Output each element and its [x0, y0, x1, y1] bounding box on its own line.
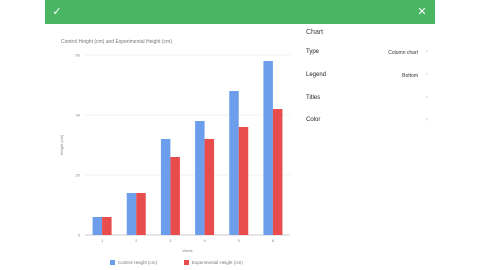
bar-control [229, 91, 239, 235]
y-tick-label: 20 [76, 173, 81, 178]
chart-area: Control Height (cm) and Experimental Hei… [45, 28, 300, 270]
bar-experimental [170, 157, 180, 235]
bar-control [92, 217, 103, 235]
setting-row-type[interactable]: Type Column chart › [306, 46, 430, 62]
checkmark-icon[interactable]: ✓ [50, 5, 64, 19]
setting-label: Type [306, 49, 320, 55]
setting-row-color[interactable]: Color › [306, 114, 430, 130]
x-axis-label: Week [182, 248, 192, 253]
setting-row-titles[interactable]: Titles › [306, 92, 430, 108]
bar-experimental [136, 193, 146, 235]
y-tick-label: 40 [76, 113, 81, 118]
chevron-right-icon: › [425, 71, 428, 78]
setting-row-legend[interactable]: Legend Bottom › [306, 69, 430, 85]
x-tick-label: 5 [238, 238, 241, 243]
legend-swatch [184, 260, 189, 265]
bar-experimental [272, 109, 283, 235]
editor-toolbar: ✓ ✕ [45, 0, 435, 24]
x-tick-label: 6 [272, 238, 275, 243]
legend-swatch [110, 260, 115, 265]
x-tick-label: 2 [135, 238, 138, 243]
setting-value: Bottom [402, 73, 418, 79]
y-axis-label: Height (cm) [59, 134, 64, 155]
setting-label: Color [306, 117, 321, 123]
legend-label: Control Height (cm) [118, 260, 158, 265]
chart-settings-panel: Chart Type Column chart › Legend Bottom … [300, 24, 435, 270]
x-tick-label: 3 [169, 238, 172, 243]
x-tick-label: 1 [101, 238, 104, 243]
bar-control [126, 193, 137, 235]
column-chart: 0 20 40 60 1 2 3 4 5 6 Week Height (cm) Control Heig… [59, 53, 290, 265]
bar-control [195, 121, 205, 235]
setting-value: Column chart [388, 50, 418, 56]
bar-control [160, 139, 171, 235]
panel-title: Chart [306, 29, 324, 36]
chevron-right-icon: › [425, 48, 428, 55]
bar-experimental [238, 127, 249, 235]
close-icon[interactable]: ✕ [415, 5, 429, 19]
bar-experimental [204, 139, 215, 235]
chevron-right-icon: › [425, 116, 428, 123]
y-tick-label: 0 [78, 233, 81, 238]
y-tick-label: 60 [76, 53, 81, 58]
setting-label: Titles [306, 95, 321, 101]
bar-experimental [102, 217, 112, 235]
setting-label: Legend [306, 72, 327, 78]
legend-label: Experimental Height (cm) [192, 260, 243, 265]
bar-control [263, 61, 273, 235]
chevron-right-icon: › [425, 94, 428, 101]
x-tick-label: 4 [203, 238, 206, 243]
